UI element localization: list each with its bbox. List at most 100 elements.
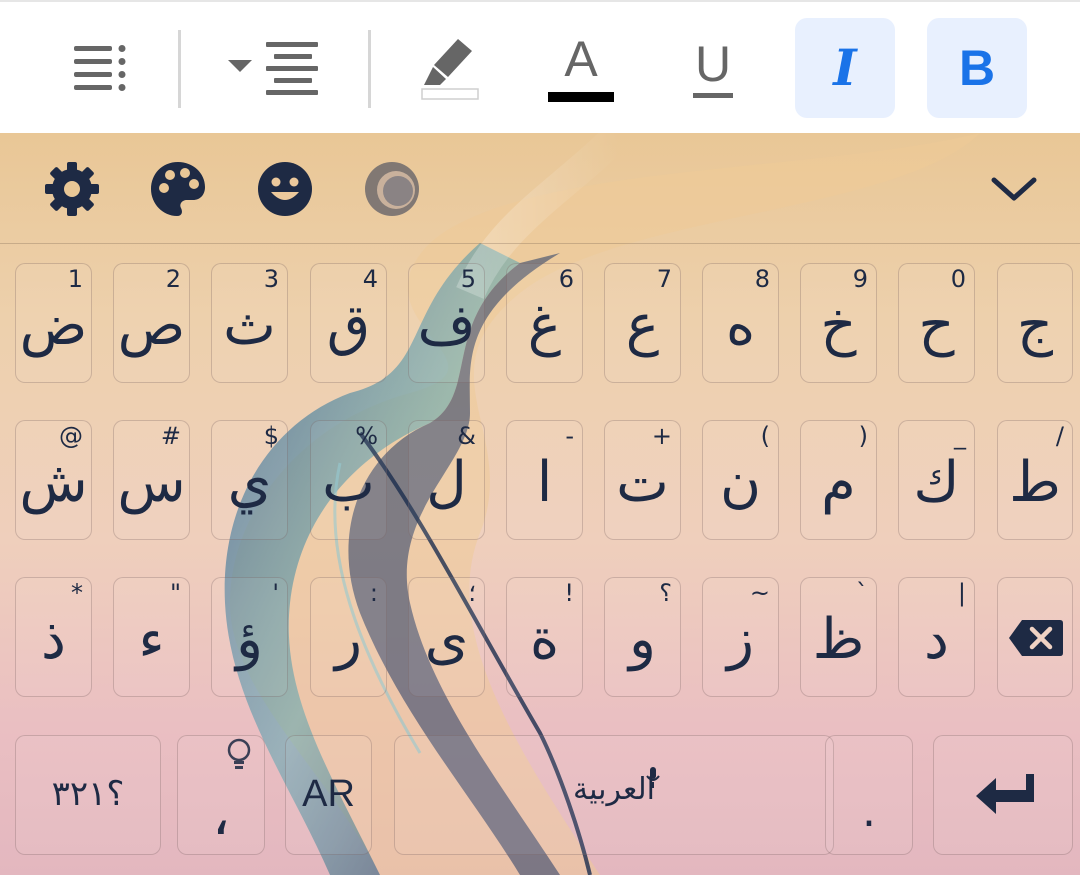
key-label: ب xyxy=(322,450,375,515)
key[interactable]: -ا xyxy=(506,420,583,540)
comma-key-label: ، xyxy=(211,783,231,848)
toolbar-divider xyxy=(368,30,371,108)
language-key-label: AR xyxy=(302,773,355,815)
bold-button[interactable]: B xyxy=(927,18,1027,118)
key-label: ؤ xyxy=(235,607,264,672)
key[interactable]: ! ة xyxy=(506,577,583,697)
key-label: ه xyxy=(725,293,756,358)
key[interactable]: # س xyxy=(113,420,190,540)
symbols-key[interactable]: ؟٣٢١ xyxy=(15,735,161,855)
italic-button[interactable]: I xyxy=(795,18,895,118)
key-label: ن xyxy=(719,450,762,515)
toolbar-divider xyxy=(178,30,181,108)
key[interactable]: 7ع xyxy=(604,263,681,383)
text-color-icon: A xyxy=(564,31,598,87)
text-color-button[interactable]: A xyxy=(531,18,631,118)
numbered-list-button[interactable] xyxy=(52,18,152,118)
key[interactable]: ~ ز xyxy=(702,577,779,697)
chevron-down-icon xyxy=(991,177,1037,201)
key-label: ر xyxy=(334,607,363,672)
key[interactable]: + ت xyxy=(604,420,681,540)
key-label: ص xyxy=(117,293,186,358)
enter-icon xyxy=(976,774,1034,814)
key-label: ذ xyxy=(41,607,66,672)
key-label: ة xyxy=(529,607,560,672)
highlight-button[interactable] xyxy=(400,18,500,118)
key[interactable]: 8ه xyxy=(702,263,779,383)
key-label: ق xyxy=(326,293,371,358)
key-label: ء xyxy=(138,607,165,672)
key-label: ا xyxy=(536,450,553,515)
collapse-button[interactable] xyxy=(984,159,1044,219)
theme-palette-button[interactable] xyxy=(148,159,208,219)
key[interactable]: 9خ xyxy=(800,263,877,383)
key-label: ف xyxy=(417,293,476,358)
underline-bar xyxy=(693,92,733,98)
gear-icon xyxy=(45,162,99,216)
key-label: ج xyxy=(1016,293,1054,358)
key[interactable]: " ء xyxy=(113,577,190,697)
key-label: ت xyxy=(616,450,669,515)
space-key-label: العربية xyxy=(573,772,655,807)
key[interactable]: _ ك xyxy=(898,420,975,540)
emoji-icon xyxy=(258,162,312,216)
key[interactable]: ج xyxy=(997,263,1073,383)
backspace-key[interactable] xyxy=(997,577,1073,697)
key[interactable]: @ ش xyxy=(15,420,92,540)
key-label: ز xyxy=(726,607,755,672)
keyboard: ج 0ح 9خ 8ه 7ع 6غ 5ف 4ق 3ث 2ص 1ض / ط _ ك ) م… xyxy=(0,133,1080,875)
key-label: م xyxy=(821,450,856,515)
space-key[interactable]: العربية xyxy=(394,735,834,855)
key[interactable]: 0ح xyxy=(898,263,975,383)
theme-icon xyxy=(365,162,419,216)
period-key-label: . xyxy=(862,786,876,837)
key[interactable]: / ط xyxy=(997,420,1073,540)
suggestion-strip xyxy=(0,133,1080,244)
key-label: ك xyxy=(913,450,960,515)
key[interactable]: :ر xyxy=(310,577,387,697)
key-label: د xyxy=(924,607,949,672)
key[interactable]: * ذ xyxy=(15,577,92,697)
period-key[interactable]: . xyxy=(825,735,913,855)
key[interactable]: | د xyxy=(898,577,975,697)
key[interactable]: 4ق xyxy=(310,263,387,383)
key-label: ظ xyxy=(812,607,865,672)
key[interactable]: 3ث xyxy=(211,263,288,383)
microphone-icon xyxy=(646,767,660,788)
italic-icon: I xyxy=(833,38,857,97)
underline-icon: U xyxy=(694,35,732,92)
key[interactable]: 1ض xyxy=(15,263,92,383)
key-label: ث xyxy=(223,293,276,358)
key[interactable]: & ل xyxy=(408,420,485,540)
key-label: ى xyxy=(424,607,469,672)
formatting-toolbar: A U I B xyxy=(0,0,1080,133)
key[interactable]: ` ظ xyxy=(800,577,877,697)
emoji-button[interactable] xyxy=(255,159,315,219)
key[interactable]: ' ؤ xyxy=(211,577,288,697)
key[interactable]: ؛ ى xyxy=(408,577,485,697)
key-label: خ xyxy=(820,293,857,358)
settings-button[interactable] xyxy=(42,159,102,219)
key-label: ح xyxy=(918,293,955,358)
key[interactable]: % ب xyxy=(310,420,387,540)
bold-icon: B xyxy=(958,40,996,96)
key-label: ع xyxy=(625,293,660,358)
enter-key[interactable] xyxy=(933,735,1073,855)
key[interactable]: ) م xyxy=(800,420,877,540)
key[interactable]: 2ص xyxy=(113,263,190,383)
theme-button[interactable] xyxy=(362,159,422,219)
key[interactable]: ؟ و xyxy=(604,577,681,697)
key[interactable]: $ ي xyxy=(211,420,288,540)
key-label: س xyxy=(117,450,186,515)
comma-key[interactable]: ، xyxy=(177,735,265,855)
key[interactable]: 6غ xyxy=(506,263,583,383)
align-button[interactable] xyxy=(222,18,322,118)
key-label: ش xyxy=(19,450,88,515)
underline-button[interactable]: U xyxy=(663,18,763,118)
text-color-swatch xyxy=(548,92,614,102)
key[interactable]: 5ف xyxy=(408,263,485,383)
key[interactable]: (ن xyxy=(702,420,779,540)
key-label: غ xyxy=(527,293,562,358)
language-key[interactable]: AR xyxy=(285,735,372,855)
key-label: ل xyxy=(426,450,467,515)
